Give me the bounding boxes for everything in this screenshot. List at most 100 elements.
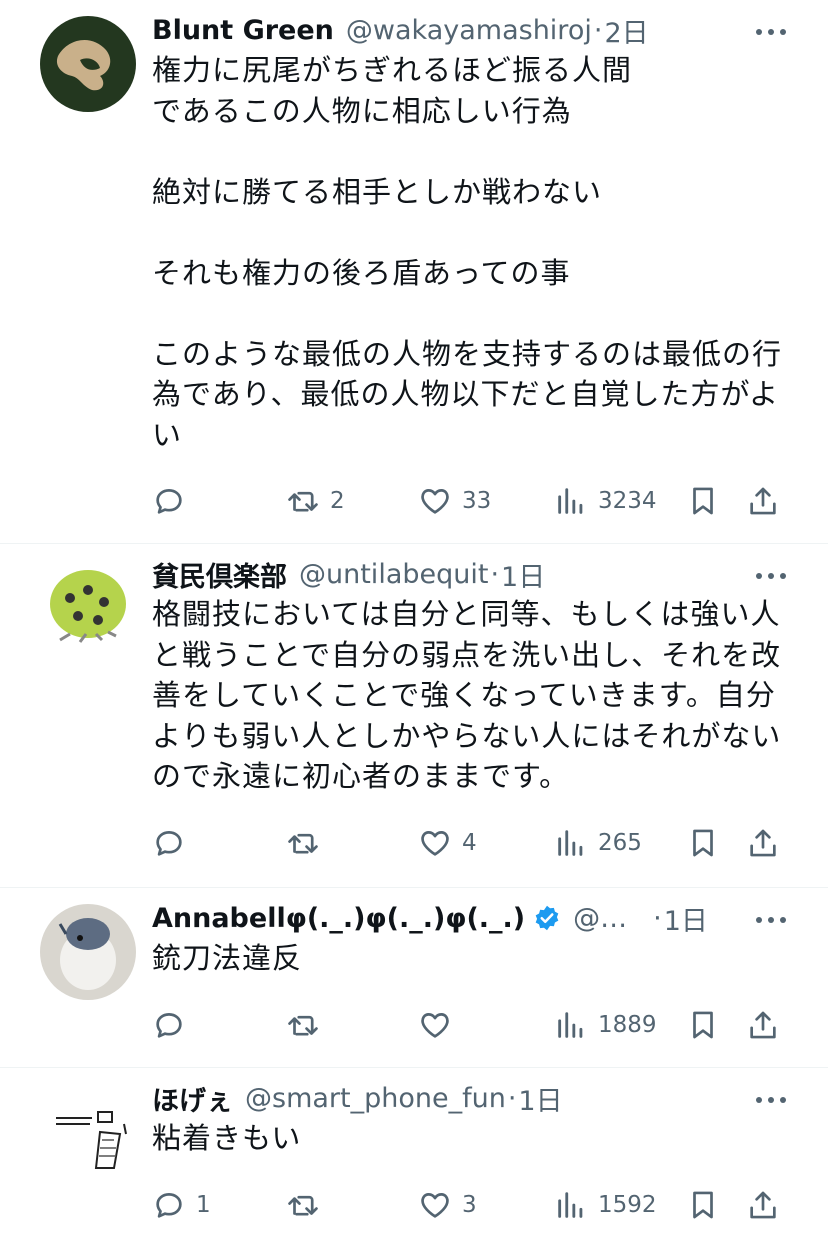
timestamp[interactable]: 1日 bbox=[501, 555, 545, 594]
handle[interactable]: @smart_phone_fun bbox=[245, 1083, 506, 1114]
retweet-button[interactable] bbox=[286, 826, 330, 860]
views-button[interactable]: 3234 bbox=[554, 484, 657, 518]
tweet[interactable]: ほげぇ @smart_phone_fun · 1日 粘着きもい 1 3 1592 bbox=[0, 1068, 828, 1241]
display-name[interactable]: 貧民倶楽部 bbox=[152, 555, 287, 594]
separator-dot: · bbox=[507, 1082, 517, 1114]
share-icon bbox=[750, 1191, 776, 1218]
view-count: 3234 bbox=[598, 488, 657, 514]
views-icon bbox=[558, 488, 583, 514]
like-button[interactable] bbox=[418, 1008, 462, 1042]
views-icon bbox=[558, 1191, 583, 1218]
retweet-button[interactable]: 2 bbox=[286, 484, 345, 518]
tweet-text: 格闘技においては自分と同等、もしくは強い人 と戦うことで自分の弱点を洗い出し、そ… bbox=[152, 597, 782, 793]
share-icon bbox=[750, 487, 776, 515]
like-button[interactable]: 33 bbox=[418, 484, 491, 518]
more-icon[interactable] bbox=[754, 568, 788, 582]
tweet-header: Annabellφ(._.)φ(._.)φ(._.) @m... · 1日 bbox=[152, 899, 808, 938]
tweet[interactable]: 貧民倶楽部 @untilabequit · 1日 格闘技においては自分と同等、も… bbox=[0, 544, 828, 888]
retweet-button[interactable] bbox=[286, 1188, 330, 1222]
tweet-text: 銃刀法違反 bbox=[152, 941, 303, 975]
reply-icon bbox=[156, 830, 182, 856]
view-count: 1889 bbox=[598, 1011, 657, 1038]
avatar[interactable] bbox=[40, 560, 136, 656]
tweet[interactable]: Blunt Green @wakayamashiroj · 2日 権力に尻尾がち… bbox=[0, 0, 828, 544]
more-icon[interactable] bbox=[754, 1092, 788, 1106]
avatar-image bbox=[40, 560, 136, 656]
more-icon[interactable] bbox=[754, 24, 788, 38]
like-icon bbox=[421, 830, 449, 856]
views-icon bbox=[558, 1011, 583, 1038]
like-button[interactable]: 4 bbox=[418, 826, 477, 860]
view-count: 1592 bbox=[598, 1191, 657, 1218]
retweet-icon bbox=[288, 1015, 318, 1036]
retweet-icon bbox=[288, 833, 318, 854]
reply-button[interactable] bbox=[152, 826, 196, 860]
timestamp[interactable]: 2日 bbox=[604, 11, 648, 50]
reply-button[interactable] bbox=[152, 484, 196, 518]
bookmark-icon bbox=[693, 1191, 713, 1218]
retweet-button[interactable] bbox=[286, 1008, 330, 1042]
timestamp[interactable]: 1日 bbox=[518, 1079, 562, 1118]
handle[interactable]: @untilabequit bbox=[299, 559, 488, 590]
separator-dot: · bbox=[653, 902, 662, 934]
timestamp[interactable]: 1日 bbox=[664, 899, 708, 938]
views-button[interactable]: 1889 bbox=[554, 1008, 657, 1042]
views-button[interactable]: 265 bbox=[554, 826, 642, 860]
handle[interactable]: @wakayamashiroj bbox=[346, 15, 592, 46]
tweet-header: ほげぇ @smart_phone_fun · 1日 bbox=[152, 1079, 808, 1118]
retweet-icon bbox=[288, 491, 318, 512]
action-bar: 4 265 bbox=[152, 815, 808, 871]
share-button[interactable] bbox=[746, 826, 780, 860]
tweet-header: Blunt Green @wakayamashiroj · 2日 bbox=[152, 11, 808, 50]
avatar-image bbox=[40, 904, 136, 1000]
action-bar: 2 33 3234 bbox=[152, 473, 808, 529]
like-count: 3 bbox=[462, 1191, 477, 1218]
retweet-icon bbox=[288, 1195, 318, 1216]
bookmark-button[interactable] bbox=[686, 826, 720, 860]
action-bar: 1 3 1592 bbox=[152, 1177, 808, 1233]
avatar[interactable] bbox=[40, 16, 136, 112]
reply-button[interactable] bbox=[152, 1008, 196, 1042]
bookmark-button[interactable] bbox=[686, 1188, 720, 1222]
display-name[interactable]: Blunt Green bbox=[152, 15, 334, 46]
like-button[interactable]: 3 bbox=[418, 1188, 477, 1222]
reply-icon bbox=[156, 1012, 182, 1038]
reply-icon bbox=[156, 489, 182, 514]
bookmark-icon bbox=[693, 487, 713, 515]
display-name[interactable]: Annabellφ(._.)φ(._.)φ(._.) bbox=[152, 903, 525, 934]
avatar[interactable] bbox=[40, 1084, 136, 1180]
like-icon bbox=[421, 1012, 449, 1038]
handle[interactable]: @m... bbox=[573, 903, 651, 934]
views-button[interactable]: 1592 bbox=[554, 1188, 657, 1222]
bookmark-button[interactable] bbox=[686, 484, 720, 518]
like-count: 4 bbox=[462, 829, 477, 856]
tweet[interactable]: Annabellφ(._.)φ(._.)φ(._.) @m... · 1日 銃刀… bbox=[0, 888, 828, 1068]
retweet-count: 2 bbox=[330, 488, 345, 514]
share-button[interactable] bbox=[746, 1188, 780, 1222]
tweet-header: 貧民倶楽部 @untilabequit · 1日 bbox=[152, 555, 808, 594]
reply-button[interactable]: 1 bbox=[152, 1188, 211, 1222]
tweet-text: 粘着きもい bbox=[152, 1121, 302, 1155]
tweet-text: 権力に尻尾がちぎれるほど振る人間 であるこの人物に相応しい行為 絶対に勝てる相手… bbox=[152, 53, 783, 452]
share-icon bbox=[750, 829, 776, 856]
avatar-image bbox=[40, 16, 136, 112]
verified-badge-icon bbox=[535, 905, 559, 931]
like-icon bbox=[421, 489, 449, 514]
share-button[interactable] bbox=[746, 1008, 780, 1042]
separator-dot: · bbox=[593, 14, 603, 46]
reply-icon bbox=[156, 1192, 182, 1218]
display-name[interactable]: ほげぇ bbox=[152, 1079, 233, 1118]
avatar-image bbox=[40, 1084, 136, 1180]
bookmark-button[interactable] bbox=[686, 1008, 720, 1042]
share-button[interactable] bbox=[746, 484, 780, 518]
reply-count: 1 bbox=[196, 1191, 211, 1218]
share-icon bbox=[750, 1011, 776, 1038]
views-icon bbox=[558, 829, 583, 856]
action-bar: 1889 bbox=[152, 997, 808, 1053]
avatar[interactable] bbox=[40, 904, 136, 1000]
view-count: 265 bbox=[598, 829, 642, 856]
bookmark-icon bbox=[693, 1011, 713, 1038]
like-count: 33 bbox=[462, 488, 492, 514]
bookmark-icon bbox=[693, 829, 713, 856]
more-icon[interactable] bbox=[754, 912, 788, 926]
